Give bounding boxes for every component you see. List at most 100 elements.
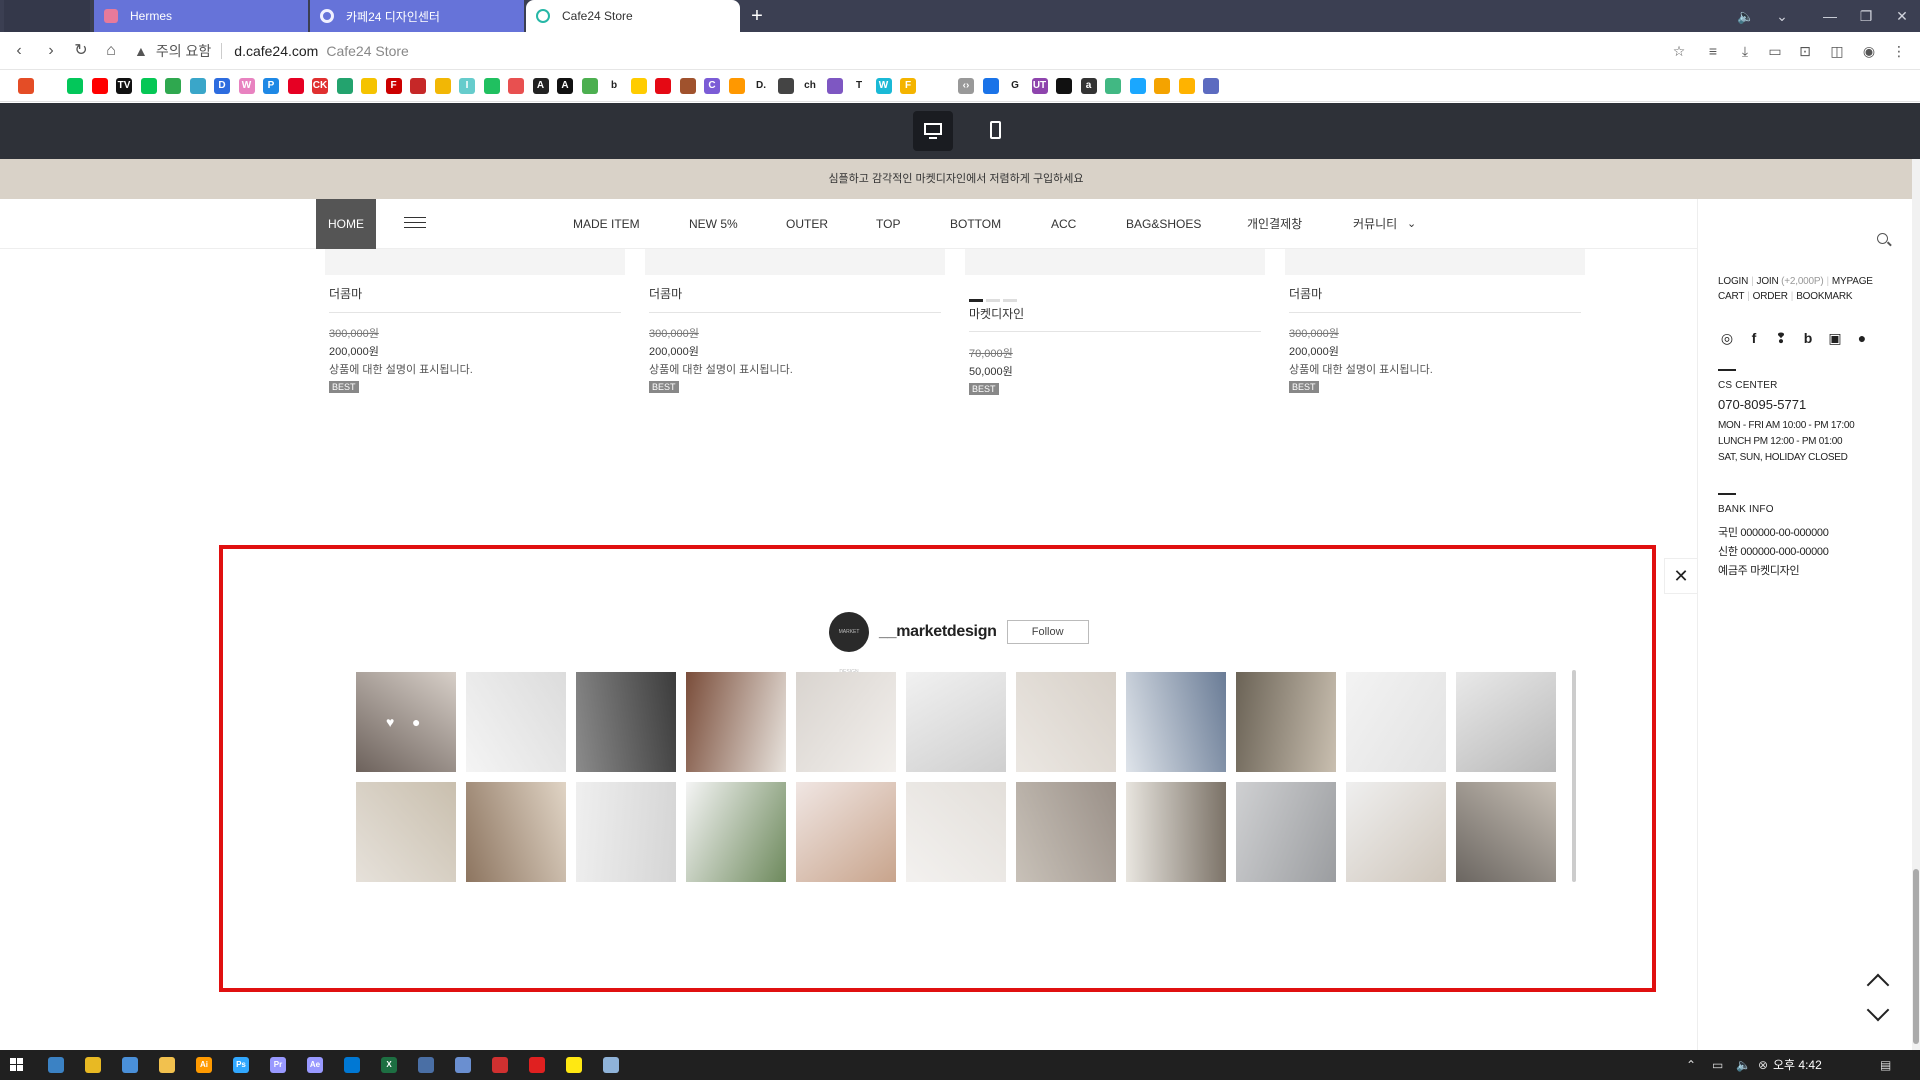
forward-icon[interactable]: › [38,39,64,63]
instagram-photo-light-switch[interactable] [1236,782,1336,882]
blog-icon[interactable]: b [1799,329,1817,347]
a-icon[interactable]: A [532,78,549,94]
instagram-photo-magazine-coffee[interactable] [686,672,786,772]
kakaostory-icon[interactable]: ❢ [1772,329,1790,347]
scroll-bottom-button[interactable] [1864,998,1892,1024]
blog-icon[interactable] [483,78,500,94]
join-link[interactable]: JOIN [1757,276,1779,287]
c-icon[interactable]: C [704,78,720,94]
nav-home[interactable]: HOME [316,199,376,249]
google-icon[interactable] [42,78,59,94]
excel-icon[interactable]: X [381,1057,397,1073]
instagram-photo-oil-bottle[interactable] [1126,672,1226,772]
ut-icon[interactable]: UT [1031,78,1048,94]
hamburger-menu-icon[interactable] [404,217,426,231]
scroll-top-button[interactable] [1864,969,1892,997]
tv-icon[interactable]: TV [116,78,132,94]
instagram-photo-macrame[interactable] [796,782,896,882]
calculator-icon[interactable] [418,1057,434,1073]
restore-button[interactable]: ❐ [1848,0,1884,32]
quick-search-input[interactable] [1718,229,1888,253]
acrobat-icon[interactable] [529,1057,545,1073]
nav-outer[interactable]: OUTER [786,199,828,249]
speaker-icon[interactable]: 🔈 [1728,0,1764,32]
instagram-photo-wall-hanger[interactable] [1346,672,1446,772]
p-icon[interactable]: P [263,78,279,94]
bird-icon[interactable]: D [214,78,230,94]
product-thumbnail[interactable] [1285,249,1585,275]
mypage-link[interactable]: MYPAGE [1832,276,1873,287]
menu-kebab-icon[interactable]: ⋮ [1888,40,1910,62]
reload-icon[interactable]: ↻ [68,39,94,63]
desktop-icon[interactable] [122,1057,138,1073]
kakaotalk-icon[interactable] [566,1057,582,1073]
px-icon[interactable] [165,78,181,94]
instagram-photo-dried-flowers[interactable] [1456,782,1556,882]
url-field[interactable]: ▲ 주의 요함 d.cafe24.com Cafe24 Store [134,36,1694,66]
order-link[interactable]: ORDER [1753,291,1788,302]
browser-icon[interactable] [48,1057,64,1073]
extension-icon[interactable]: ⊡ [1794,40,1816,62]
illustrator-icon[interactable]: Ai [196,1057,212,1073]
instagram-photo-plate-table[interactable] [1346,782,1446,882]
mobile-view-button[interactable] [976,111,1016,151]
pinwheel-icon[interactable] [630,78,647,94]
minimize-button[interactable]: — [1812,0,1848,32]
after-effects-icon[interactable]: Ae [307,1057,323,1073]
search-icon[interactable] [1877,233,1888,244]
ck-icon[interactable]: CK [312,78,328,94]
product-name[interactable]: 더콤마 [1289,285,1322,302]
lemon-icon[interactable] [361,78,377,94]
clip-studio-icon[interactable] [492,1057,508,1073]
instagram-photo-desk-items[interactable] [466,782,566,882]
clock[interactable]: 오후 4:42 [1773,1050,1822,1080]
flag-icon[interactable] [982,78,999,94]
instagram-photo-ladder-towels[interactable] [1126,782,1226,882]
battery-icon[interactable]: ⊗ [1758,1050,1768,1080]
nav-bag-shoes[interactable]: BAG&SHOES [1126,199,1201,249]
close-panel-button[interactable]: ✕ [1664,558,1698,594]
facebook-icon[interactable]: f [1745,329,1763,347]
instagram-icon[interactable]: ◎ [1718,329,1736,347]
desktop-view-button[interactable] [913,111,953,151]
close-window-button[interactable]: ✕ [1884,0,1920,32]
download-icon[interactable]: ⤓ [1734,40,1756,62]
instagram-photo-notebook-glasses[interactable] [1016,782,1116,882]
page-scrollbar[interactable] [1912,159,1920,1050]
eye-icon[interactable] [826,78,843,94]
product-card[interactable]: 더콤마 300,000원 200,000원 상품에 대한 설명이 표시됩니다. … [1285,249,1585,409]
product-card[interactable]: 더콤마 300,000원 200,000원 상품에 대한 설명이 표시됩니다. … [325,249,625,409]
instagram-photo-pencil[interactable] [466,672,566,772]
pinwheel2-icon[interactable] [1154,78,1170,94]
cs-phone[interactable]: 070-8095-5771 [1718,397,1806,412]
instagram-photo-kettle[interactable] [906,672,1006,772]
ch-icon[interactable]: ch [802,78,818,94]
profile-icon[interactable]: ◉ [1858,40,1880,62]
leaf-icon[interactable] [581,78,598,94]
v-icon[interactable] [336,78,353,94]
product-card[interactable]: 마켓디자인 70,000원 50,000원 BEST [965,249,1265,409]
instagram-photo-scissors-pot[interactable] [356,782,456,882]
chevron-down-icon[interactable]: ⌄ [1407,199,1416,249]
f-icon[interactable] [410,78,426,94]
t-icon[interactable]: T [851,78,867,94]
nav-community[interactable]: 커뮤니티 [1353,199,1397,249]
bookmark-link[interactable]: BOOKMARK [1796,291,1852,302]
d2-icon[interactable]: D. [753,78,769,94]
tab-cafe24-store[interactable]: Cafe24 Store [526,0,740,32]
chrome-icon[interactable] [85,1057,101,1073]
pinterest-icon[interactable] [287,78,304,94]
page-scrollbar-thumb[interactable] [1913,869,1919,1044]
bookmark-star-icon[interactable]: ☆ [1668,40,1690,62]
nav-made-item[interactable]: MADE ITEM [573,199,640,249]
speaker-icon[interactable]: 🔈 [1736,1050,1751,1080]
windows-start-icon[interactable] [10,1058,24,1072]
product-name[interactable]: 더콤마 [329,285,362,302]
line-icon[interactable] [140,78,157,94]
product-thumbnail[interactable] [645,249,945,275]
owl-icon[interactable] [777,78,794,94]
w-icon[interactable]: W [238,78,255,94]
avatar[interactable]: MARKET DESIGN [829,612,869,675]
notice-banner[interactable]: 심플하고 감각적인 마켓디자인에서 저렴하게 구입하세요 [0,159,1912,199]
instagram-photo-candle-lamp[interactable] [1236,672,1336,772]
